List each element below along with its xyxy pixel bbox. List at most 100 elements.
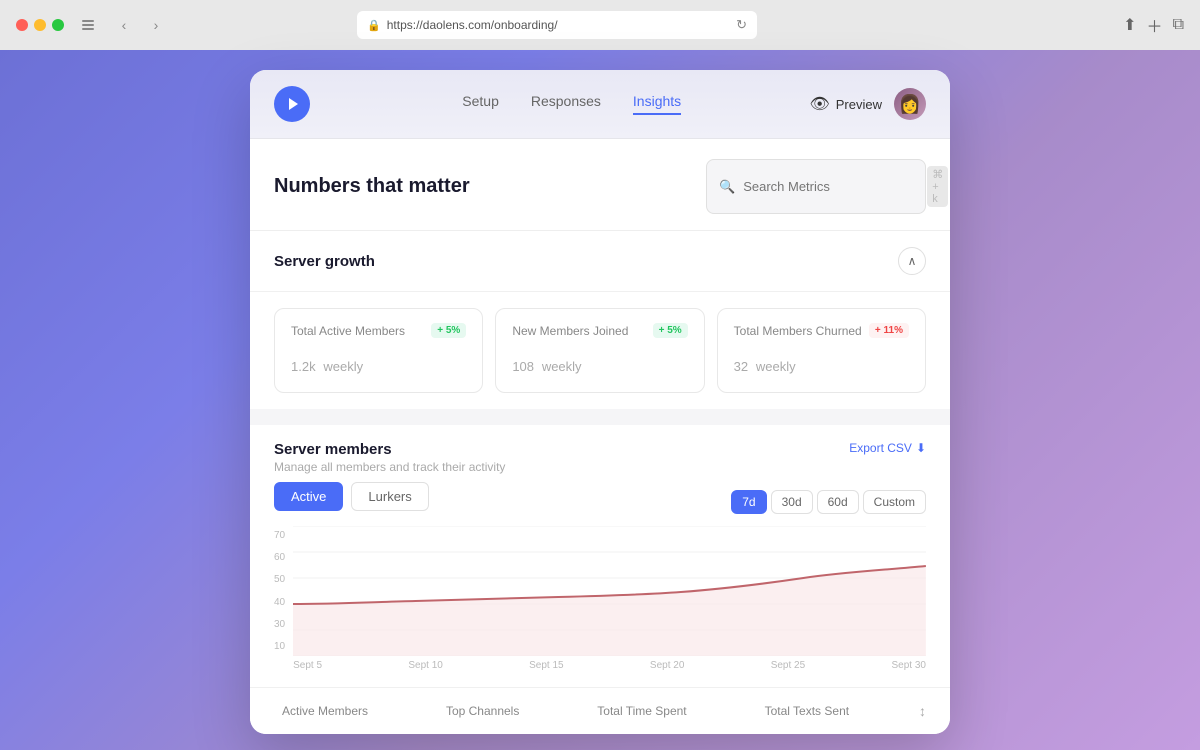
x-label-sept5: Sept 5 [293, 660, 322, 671]
y-label-40: 40 [274, 597, 285, 608]
back-button[interactable]: ‹ [112, 13, 136, 37]
tab-total-time-spent[interactable]: Total Time Spent [589, 700, 694, 722]
preview-label: Preview [836, 97, 882, 112]
metric-number-3: 32 weekly [734, 346, 796, 377]
metric-label: Total Active Members [291, 324, 405, 338]
search-icon: 🔍 [719, 179, 735, 195]
metric-number: 1.2k weekly [291, 346, 363, 377]
content-area: Numbers that matter 🔍 ⌘ + k Server growt… [250, 139, 950, 734]
metric-cards: Total Active Members + 5% 1.2k weekly [250, 292, 950, 409]
metric-card-header: Total Active Members + 5% [291, 323, 466, 338]
traffic-light-yellow[interactable] [34, 19, 46, 31]
metric-number-2: 108 weekly [512, 346, 581, 377]
url-text: https://daolens.com/onboarding/ [387, 18, 558, 32]
avatar[interactable]: 👩 [894, 88, 926, 120]
metric-label-3: Total Members Churned [734, 324, 862, 338]
chart-section: Server members Manage all members and tr… [250, 425, 950, 687]
y-axis: 70 60 50 40 30 10 [274, 526, 285, 656]
tab-active-members[interactable]: Active Members [274, 700, 376, 722]
traffic-light-green[interactable] [52, 19, 64, 31]
browser-actions: ⬆ ＋ ⧉ [1123, 13, 1184, 37]
forward-button[interactable]: › [144, 13, 168, 37]
metric-card-new-members: New Members Joined + 5% 108 weekly [495, 308, 704, 393]
browser-nav: ‹ › [112, 13, 168, 37]
tabs-button[interactable]: ⧉ [1173, 16, 1184, 34]
eye-icon: 👁 [809, 94, 829, 114]
chart-container [293, 526, 926, 656]
refresh-icon[interactable]: ↻ [736, 17, 747, 33]
search-bar[interactable]: 🔍 ⌘ + k [706, 159, 926, 214]
server-growth-section: Server growth ∧ Total Active Members + 5… [250, 231, 950, 409]
chart-title-area: Server members Manage all members and tr… [274, 441, 505, 474]
app-container: Setup Responses Insights 👁 Preview 👩 Num… [250, 70, 950, 734]
nav-links: Setup Responses Insights [334, 93, 809, 115]
chart-subtitle: Manage all members and track their activ… [274, 460, 505, 474]
nav-bar: Setup Responses Insights 👁 Preview 👩 [250, 70, 950, 139]
y-label-50: 50 [274, 574, 285, 585]
preview-button[interactable]: 👁 Preview [809, 94, 882, 114]
browser-chrome: ‹ › 🔒 https://daolens.com/onboarding/ ↻ … [0, 0, 1200, 50]
nav-right: 👁 Preview 👩 [809, 88, 926, 120]
chart-title: Server members [274, 441, 505, 458]
chart-area: Sept 5 Sept 10 Sept 15 Sept 20 Sept 25 S… [293, 526, 926, 671]
metric-badge-red: + 11% [869, 323, 909, 338]
nav-link-setup[interactable]: Setup [462, 93, 499, 115]
collapse-button[interactable]: ∧ [898, 247, 926, 275]
logo-button[interactable] [274, 86, 310, 122]
metric-badge-green: + 5% [431, 323, 466, 338]
metric-badge-green-2: + 5% [653, 323, 688, 338]
chart-x-labels: Sept 5 Sept 10 Sept 15 Sept 20 Sept 25 S… [293, 660, 926, 671]
y-label-70: 70 [274, 530, 285, 541]
metric-value-2: 108 weekly [512, 346, 687, 378]
search-shortcut: ⌘ + k [927, 166, 948, 207]
x-label-sept10: Sept 10 [408, 660, 442, 671]
sidebar-button[interactable] [76, 13, 100, 37]
metric-card-header-2: New Members Joined + 5% [512, 323, 687, 338]
section-header: Server growth ∧ [250, 231, 950, 292]
traffic-lights [16, 19, 64, 31]
time-60d-button[interactable]: 60d [817, 490, 859, 514]
header-section: Numbers that matter 🔍 ⌘ + k [250, 139, 950, 231]
page-title: Numbers that matter [274, 175, 470, 198]
nav-link-insights[interactable]: Insights [633, 93, 681, 115]
metric-card-churned: Total Members Churned + 11% 32 weekly [717, 308, 926, 393]
metric-card-total-active: Total Active Members + 5% 1.2k weekly [274, 308, 483, 393]
y-label-30: 30 [274, 619, 285, 630]
main-area: Setup Responses Insights 👁 Preview 👩 Num… [0, 50, 1200, 750]
section-title: Server growth [274, 253, 375, 270]
chart-header: Server members Manage all members and tr… [274, 441, 926, 474]
chart-with-axis: 70 60 50 40 30 10 [274, 526, 926, 671]
view-lurkers-button[interactable]: Lurkers [351, 482, 428, 511]
metric-value: 1.2k weekly [291, 346, 466, 378]
y-label-60: 60 [274, 552, 285, 563]
lock-icon: 🔒 [367, 19, 381, 32]
nav-link-responses[interactable]: Responses [531, 93, 601, 115]
address-bar[interactable]: 🔒 https://daolens.com/onboarding/ ↻ [357, 11, 757, 39]
x-label-sept25: Sept 25 [771, 660, 805, 671]
time-30d-button[interactable]: 30d [771, 490, 813, 514]
x-label-sept30: Sept 30 [891, 660, 925, 671]
chart-svg [293, 526, 926, 656]
bottom-tabs: Active Members Top Channels Total Time S… [250, 687, 950, 734]
x-label-sept20: Sept 20 [650, 660, 684, 671]
time-filters: 7d 30d 60d Custom [731, 490, 926, 514]
tab-total-texts-sent[interactable]: Total Texts Sent [757, 700, 858, 722]
view-toggles: Active Lurkers [274, 482, 429, 511]
time-custom-button[interactable]: Custom [863, 490, 926, 514]
divider [250, 409, 950, 417]
y-label-10: 10 [274, 641, 285, 652]
export-label: Export CSV [849, 441, 912, 455]
tab-top-channels[interactable]: Top Channels [438, 700, 527, 722]
sort-icon[interactable]: ↕ [919, 703, 926, 719]
metric-label-2: New Members Joined [512, 324, 628, 338]
view-active-button[interactable]: Active [274, 482, 343, 511]
share-button[interactable]: ⬆ [1123, 15, 1136, 35]
new-tab-button[interactable]: ＋ [1147, 13, 1163, 37]
x-label-sept15: Sept 15 [529, 660, 563, 671]
traffic-light-red[interactable] [16, 19, 28, 31]
search-input[interactable] [743, 179, 919, 194]
metric-value-3: 32 weekly [734, 346, 909, 378]
time-7d-button[interactable]: 7d [731, 490, 766, 514]
export-csv-button[interactable]: Export CSV ⬇ [849, 441, 926, 455]
download-icon: ⬇ [916, 441, 926, 455]
